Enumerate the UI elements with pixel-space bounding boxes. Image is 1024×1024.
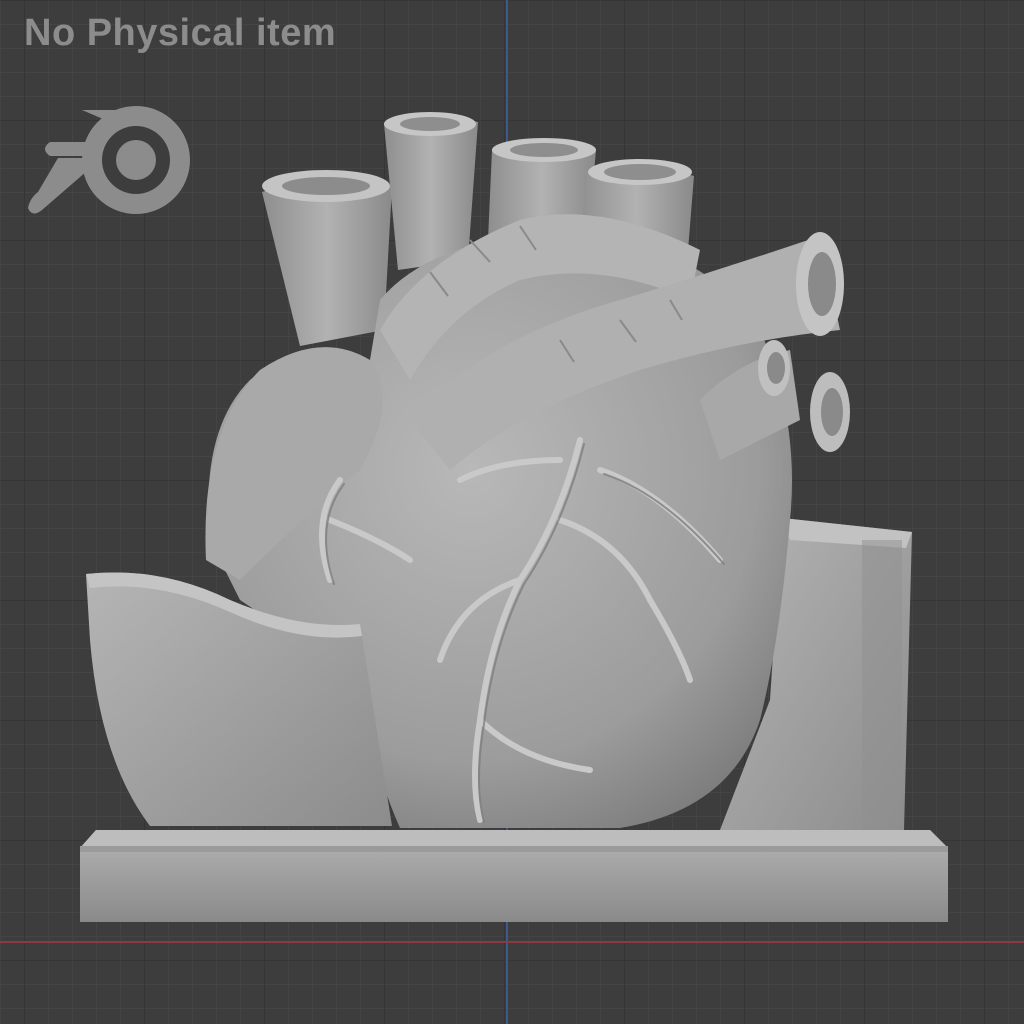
base-plate	[80, 830, 948, 922]
watermark-text: No Physical item	[24, 12, 337, 54]
3d-viewport[interactable]: No Physical item	[0, 0, 1024, 1024]
blender-logo-icon	[28, 106, 190, 214]
